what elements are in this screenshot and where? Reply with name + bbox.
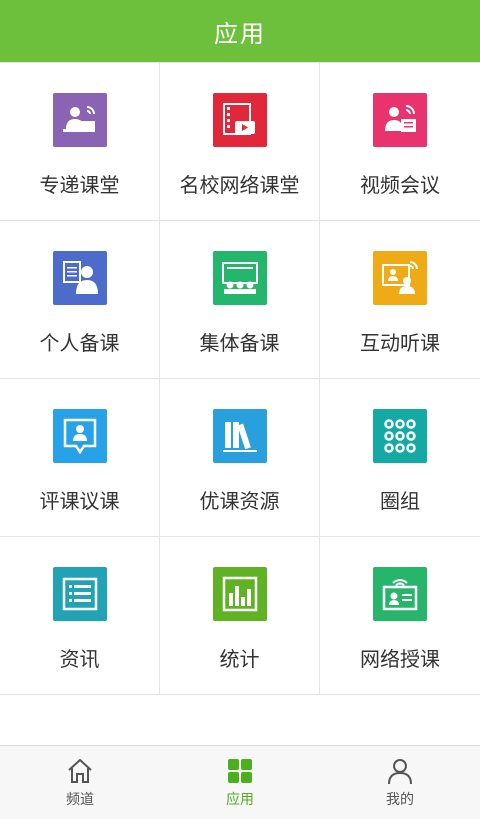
page-title: 应用 bbox=[214, 19, 266, 48]
home-icon bbox=[68, 758, 92, 783]
app-label: 视频会议 bbox=[360, 173, 440, 197]
app-tile-tongji[interactable]: 统计 bbox=[160, 537, 320, 695]
app-label: 评课议课 bbox=[39, 489, 120, 513]
app-tile-zhuandi[interactable]: 专递课堂 bbox=[0, 63, 160, 221]
app-tile-pingke[interactable]: 评课议课 bbox=[0, 379, 160, 537]
group-lesson-icon bbox=[212, 251, 267, 305]
tab-label: 我的 bbox=[386, 792, 414, 808]
teacher-broadcast-icon bbox=[52, 93, 107, 147]
online-teaching-icon bbox=[373, 567, 427, 621]
app-label: 统计 bbox=[219, 647, 260, 671]
lesson-review-icon bbox=[52, 409, 107, 463]
app-label: 个人备课 bbox=[39, 331, 120, 355]
tab-channel[interactable]: 频道 bbox=[0, 746, 160, 819]
app-tile-jiti[interactable]: 集体备课 bbox=[160, 221, 320, 379]
app-label: 名校网络课堂 bbox=[179, 173, 300, 197]
app-header: 应用 bbox=[0, 0, 480, 62]
book-resources-icon bbox=[212, 409, 267, 463]
app-tile-youke[interactable]: 优课资源 bbox=[160, 379, 320, 537]
app-tile-geren[interactable]: 个人备课 bbox=[0, 221, 160, 379]
app-grid: 专递课堂 名校网络课堂 视频会议 个人备课 集体备课 互动听课 评课议课 优课资… bbox=[0, 62, 480, 695]
app-tile-mingxiao[interactable]: 名校网络课堂 bbox=[160, 63, 320, 221]
circle-group-icon bbox=[373, 409, 427, 463]
video-conference-icon bbox=[373, 93, 427, 147]
app-label: 圈组 bbox=[380, 489, 420, 513]
news-list-icon bbox=[52, 567, 107, 621]
app-tile-quanzu[interactable]: 圈组 bbox=[320, 379, 480, 537]
tab-apps[interactable]: 应用 bbox=[160, 746, 320, 819]
app-label: 专递课堂 bbox=[39, 173, 120, 197]
video-film-icon bbox=[212, 93, 267, 147]
person-icon bbox=[388, 759, 412, 785]
app-label: 集体备课 bbox=[199, 331, 280, 355]
tab-label: 频道 bbox=[66, 792, 94, 808]
apps-grid-icon bbox=[228, 759, 252, 783]
app-tile-shipin[interactable]: 视频会议 bbox=[320, 63, 480, 221]
app-tile-hudong[interactable]: 互动听课 bbox=[320, 221, 480, 379]
bottom-tab-bar: 频道 应用 我的 bbox=[0, 745, 480, 819]
statistics-chart-icon bbox=[212, 567, 267, 621]
tab-label: 应用 bbox=[226, 792, 254, 808]
interactive-class-icon bbox=[373, 251, 427, 305]
app-tile-zixun[interactable]: 资讯 bbox=[0, 537, 160, 695]
app-label: 互动听课 bbox=[360, 331, 440, 355]
app-label: 网络授课 bbox=[360, 647, 440, 671]
personal-lesson-icon bbox=[52, 251, 107, 305]
app-label: 优课资源 bbox=[199, 489, 280, 513]
app-label: 资讯 bbox=[59, 647, 100, 671]
tab-mine[interactable]: 我的 bbox=[320, 746, 480, 819]
app-tile-wangluo[interactable]: 网络授课 bbox=[320, 537, 480, 695]
